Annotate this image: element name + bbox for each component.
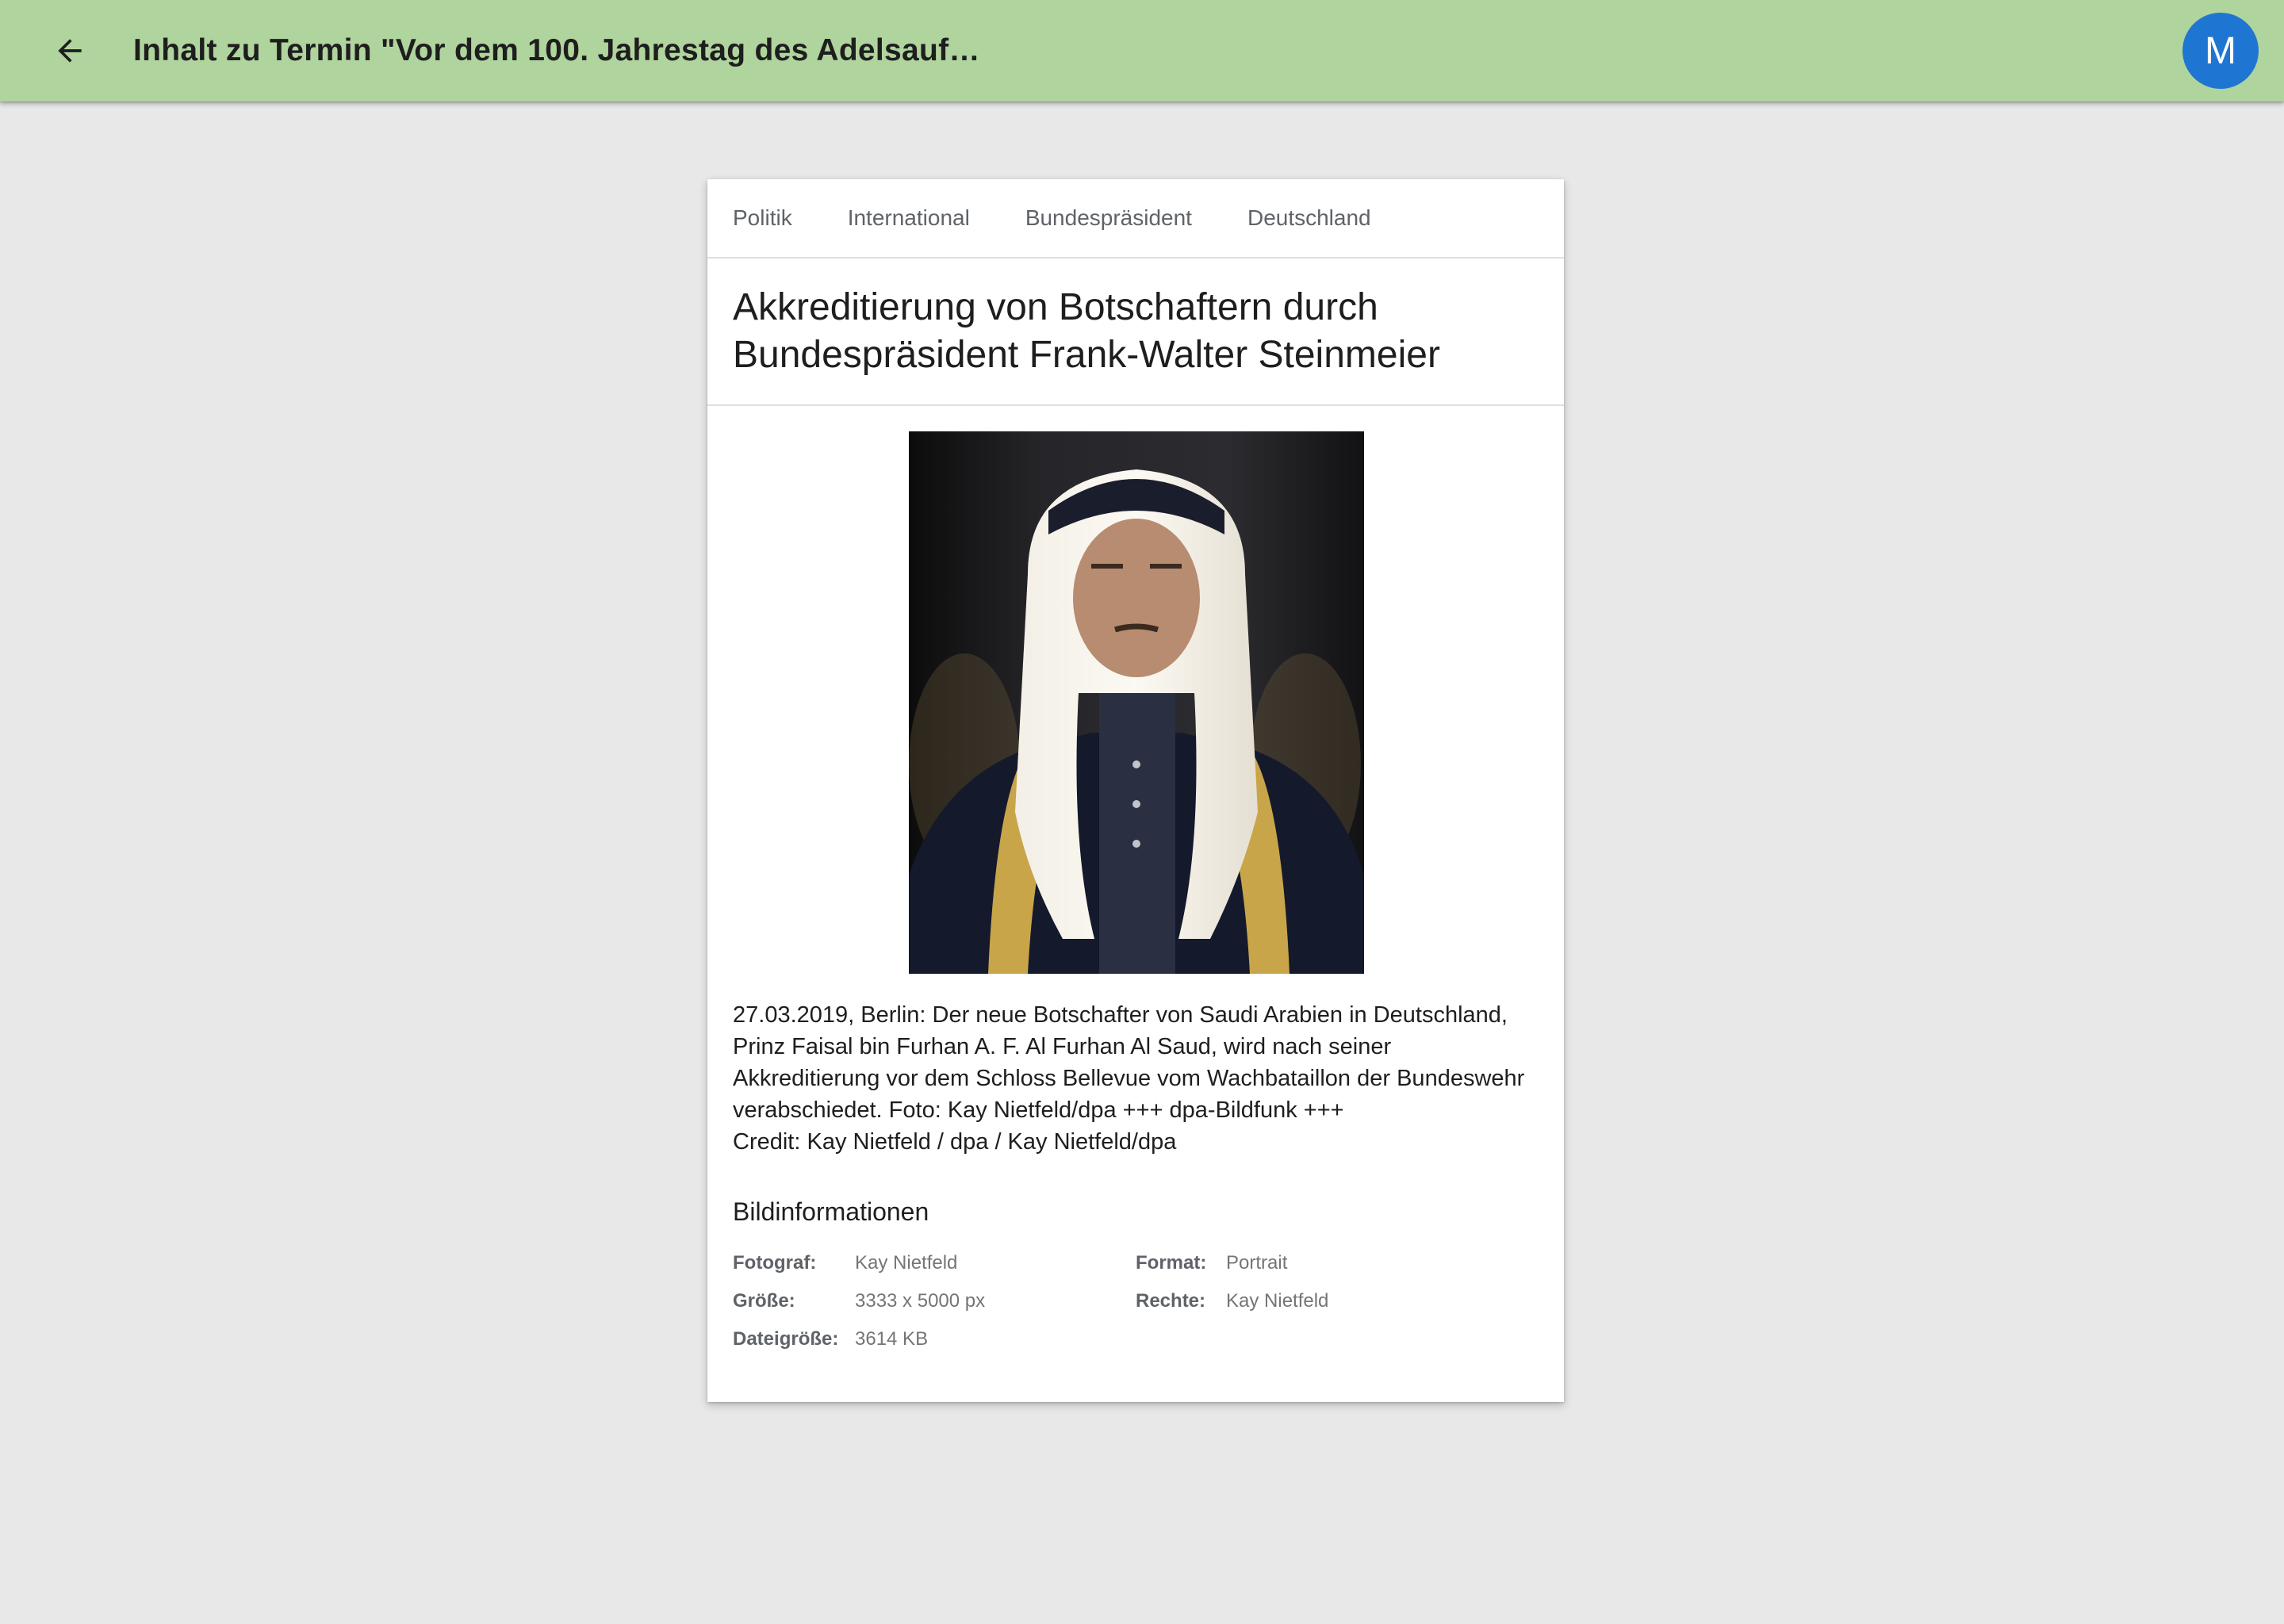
caption-text: 27.03.2019, Berlin: Der neue Botschafter… xyxy=(733,1002,1525,1123)
photo-caption: 27.03.2019, Berlin: Der neue Botschafter… xyxy=(733,999,1542,1158)
info-rechte-label: Rechte: xyxy=(1136,1290,1206,1312)
tag-deutschland[interactable]: Deutschland xyxy=(1247,205,1371,231)
arrow-left-icon xyxy=(58,39,82,63)
info-groesse-value: 3333 x 5000 px xyxy=(855,1290,986,1312)
tag-list: Politik International Bundespräsident De… xyxy=(733,179,1427,257)
divider xyxy=(707,257,1564,259)
info-dateigroesse-label: Dateigröße: xyxy=(733,1328,839,1350)
page-title: Inhalt zu Termin "Vor dem 100. Jahrestag… xyxy=(133,33,980,67)
article-card: Politik International Bundespräsident De… xyxy=(707,179,1564,1402)
article-headline: Akkreditierung von Botschaftern durch Bu… xyxy=(733,286,1440,376)
tag-international[interactable]: International xyxy=(848,205,970,231)
app-bar: Inhalt zu Termin "Vor dem 100. Jahrestag… xyxy=(0,0,2284,102)
tag-bundespraesident[interactable]: Bundespräsident xyxy=(1025,205,1192,231)
info-fotograf-value: Kay Nietfeld xyxy=(855,1252,958,1274)
article-photo[interactable] xyxy=(909,431,1364,974)
info-rechte-value: Kay Nietfeld xyxy=(1226,1290,1329,1312)
info-format-label: Format: xyxy=(1136,1252,1207,1274)
divider xyxy=(707,404,1564,406)
avatar[interactable]: M xyxy=(2182,13,2259,89)
info-format-value: Portrait xyxy=(1226,1252,1288,1274)
caption-credit: Credit: Kay Nietfeld / dpa / Kay Nietfel… xyxy=(733,1129,1177,1155)
portrait-image xyxy=(909,431,1364,974)
image-info-title: Bildinformationen xyxy=(733,1197,929,1226)
info-groesse-label: Größe: xyxy=(733,1290,795,1312)
back-button[interactable] xyxy=(38,19,102,82)
tag-politik[interactable]: Politik xyxy=(733,205,792,231)
info-fotograf-label: Fotograf: xyxy=(733,1252,817,1274)
info-dateigroesse-value: 3614 KB xyxy=(855,1328,929,1350)
